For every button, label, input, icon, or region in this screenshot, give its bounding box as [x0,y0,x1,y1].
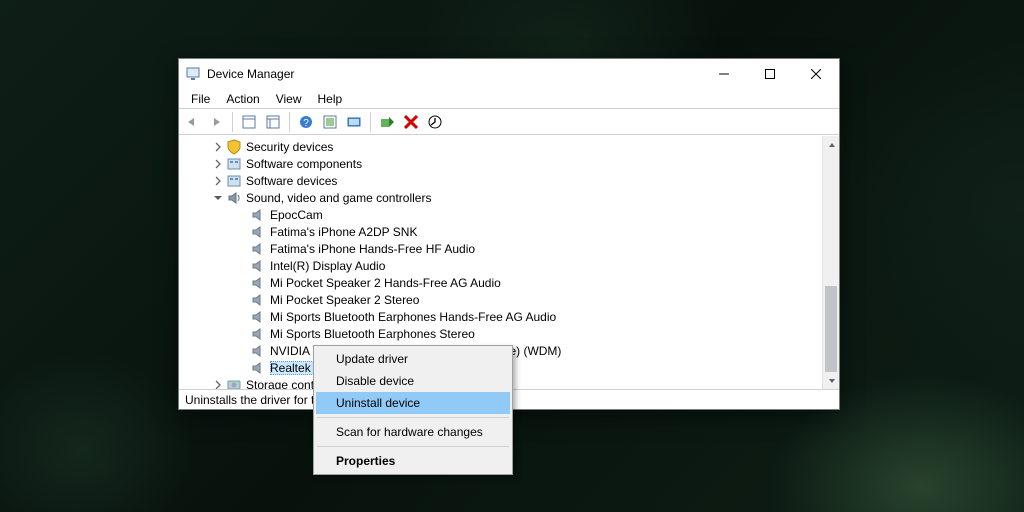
context-menu-item[interactable]: Update driver [316,348,510,370]
node-label: EpocCam [270,208,323,222]
expander-icon[interactable] [211,157,225,171]
scroll-up-button[interactable] [823,136,839,153]
tree-device[interactable]: Mi Sports Bluetooth Earphones Stereo [179,325,822,342]
node-label: Mi Pocket Speaker 2 Hands-Free AG Audio [270,276,501,290]
device-icon [250,326,266,342]
device-icon [250,207,266,223]
titlebar[interactable]: Device Manager [179,59,839,89]
context-menu-item[interactable]: Disable device [316,370,510,392]
expander-icon[interactable] [235,208,249,222]
expander-icon[interactable] [211,378,225,390]
tree-device[interactable]: Mi Pocket Speaker 2 Stereo [179,291,822,308]
menu-view[interactable]: View [268,90,310,108]
node-label: Intel(R) Display Audio [270,259,385,273]
node-label: Mi Pocket Speaker 2 Stereo [270,293,419,307]
tree-device[interactable]: Mi Sports Bluetooth Earphones Hands-Free… [179,308,822,325]
context-menu-item[interactable]: Uninstall device [316,392,510,414]
context-menu-item[interactable]: Scan for hardware changes [316,421,510,443]
node-label: Mi Sports Bluetooth Earphones Stereo [270,327,475,341]
expander-icon[interactable] [211,191,225,205]
menubar: File Action View Help [179,89,839,109]
toolbar-separator [289,112,290,132]
back-button[interactable] [181,111,203,133]
scroll-thumb[interactable] [825,286,837,386]
window-title: Device Manager [207,67,294,81]
toolbar-separator [232,112,233,132]
device-icon [250,309,266,325]
update-driver-button[interactable] [343,111,365,133]
menu-file[interactable]: File [183,90,218,108]
context-menu-item[interactable]: Properties [316,450,510,472]
expander-icon[interactable] [235,327,249,341]
maximize-button[interactable] [747,59,793,89]
tree-device[interactable]: Mi Pocket Speaker 2 Hands-Free AG Audio [179,274,822,291]
forward-button[interactable] [205,111,227,133]
close-button[interactable] [793,59,839,89]
show-hide-tree-button[interactable] [238,111,260,133]
device-icon [226,139,242,155]
device-icon [250,224,266,240]
window-controls [701,59,839,89]
tree-category[interactable]: Software components [179,155,822,172]
node-label: Fatima's iPhone A2DP SNK [270,225,417,239]
tree-device[interactable]: Fatima's iPhone A2DP SNK [179,223,822,240]
expander-icon[interactable] [235,276,249,290]
scan-hardware-button[interactable] [319,111,341,133]
svg-text:?: ? [303,118,309,129]
toolbar: ? [179,109,839,135]
context-menu: Update driverDisable deviceUninstall dev… [313,345,513,475]
menu-action[interactable]: Action [218,90,267,108]
device-icon [250,360,266,376]
tree-category[interactable]: Sound, video and game controllers [179,189,822,206]
device-icon [226,156,242,172]
tree-device[interactable]: EpocCam [179,206,822,223]
expander-icon[interactable] [235,310,249,324]
device-icon [250,258,266,274]
expander-icon[interactable] [235,361,249,375]
expander-icon[interactable] [235,293,249,307]
device-icon [226,173,242,189]
node-label: Software components [246,157,362,171]
node-label: Software devices [246,174,337,188]
app-icon [185,66,201,82]
node-label: Mi Sports Bluetooth Earphones Hands-Free… [270,310,556,324]
node-label: Security devices [246,140,333,154]
device-icon [250,343,266,359]
device-icon [250,292,266,308]
node-label: Sound, video and game controllers [246,191,431,205]
device-icon [226,190,242,206]
tree-category[interactable]: Software devices [179,172,822,189]
desktop-wallpaper: Device Manager File Action View Help ? [0,0,1024,512]
expander-icon[interactable] [235,259,249,273]
device-icon [250,241,266,257]
expander-icon[interactable] [235,242,249,256]
expander-icon[interactable] [235,344,249,358]
tree-device[interactable]: Fatima's iPhone Hands-Free HF Audio [179,240,822,257]
context-menu-separator [317,446,509,447]
enable-device-button[interactable] [376,111,398,133]
tree-category[interactable]: Security devices [179,138,822,155]
expander-icon[interactable] [211,140,225,154]
device-icon [250,275,266,291]
device-icon [226,377,242,390]
expander-icon[interactable] [211,174,225,188]
menu-help[interactable]: Help [310,90,351,108]
help-button[interactable]: ? [295,111,317,133]
minimize-button[interactable] [701,59,747,89]
node-label: Fatima's iPhone Hands-Free HF Audio [270,242,475,256]
toolbar-separator [370,112,371,132]
uninstall-device-button[interactable] [400,111,422,133]
context-menu-separator [317,417,509,418]
disable-device-button[interactable] [424,111,446,133]
properties-button[interactable] [262,111,284,133]
vertical-scrollbar[interactable] [822,136,839,389]
expander-icon[interactable] [235,225,249,239]
scroll-down-button[interactable] [823,372,839,389]
tree-device[interactable]: Intel(R) Display Audio [179,257,822,274]
